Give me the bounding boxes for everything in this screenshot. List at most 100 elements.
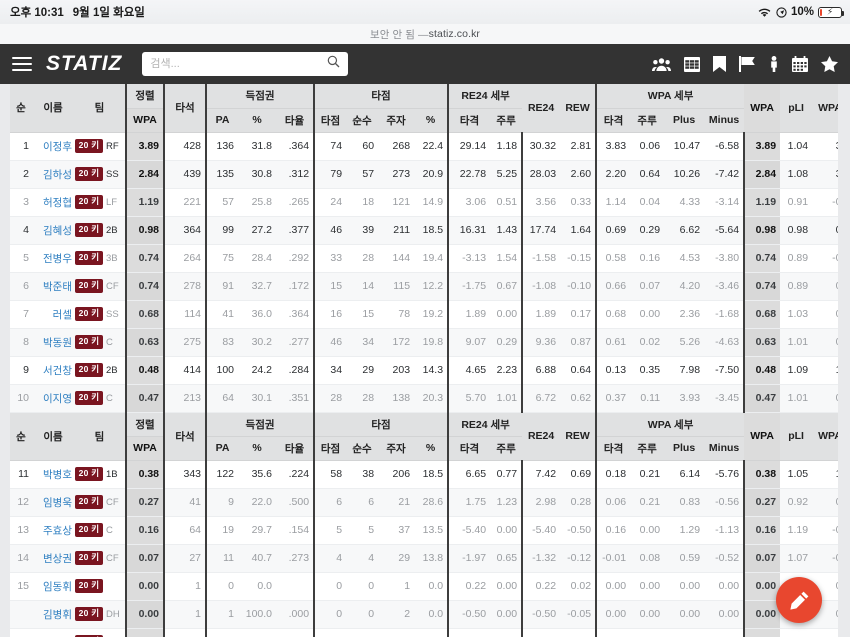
row-player-name[interactable]: 박병호 [32, 460, 74, 489]
col-sub-4[interactable]: 타점 [313, 436, 347, 461]
col-sub-2[interactable]: % [238, 436, 277, 461]
row-team[interactable]: 20 키 [74, 516, 104, 545]
col-group-1[interactable]: 이름 [32, 84, 74, 133]
table-icon[interactable] [684, 56, 700, 72]
col-sub-8[interactable]: 타격 [447, 436, 491, 461]
col-sub-0[interactable]: WPA [125, 108, 165, 133]
row-team[interactable]: 20 키 [74, 300, 104, 329]
col-sub-8[interactable]: 타격 [447, 108, 491, 133]
col-sub-5[interactable]: 순수 [346, 108, 379, 133]
col-sub-13[interactable]: Minus [704, 108, 745, 133]
player-link[interactable]: 김병휘 [43, 609, 72, 621]
col-sub-10[interactable]: 타격 [595, 436, 631, 461]
team-badge[interactable]: 20 키 [74, 223, 104, 237]
row-team[interactable]: 20 키 [74, 216, 104, 245]
table-row[interactable]: 2 김하성 20 키 SS 2.84 439 135 30.8.312 79 57 273 20.9 2… [10, 160, 838, 189]
row-team[interactable]: 20 키 [74, 628, 104, 637]
player-link[interactable]: 김하성 [43, 169, 72, 181]
col-group-9[interactable]: REW [560, 84, 597, 133]
flag-icon[interactable] [739, 56, 756, 72]
col-group-0[interactable]: 순 [10, 84, 32, 133]
row-player-name[interactable]: 허정협 [32, 188, 74, 217]
player-link[interactable]: 김혜성 [43, 225, 72, 237]
col-sub-4[interactable]: 타점 [313, 108, 347, 133]
col-group-5[interactable]: 득점권 [205, 84, 315, 109]
col-group-6[interactable]: 타점 [313, 84, 449, 109]
table-row[interactable]: 김병휘 20 키 DH 0.00 1 1 100.0.000 0 0 2 0.0 -0.50 0.00-… [10, 600, 838, 629]
table-row[interactable]: 13 주효상 20 키 C 0.16 64 19 29.7.154 5 5 37 13.5 -5.40 0… [10, 516, 838, 545]
row-team[interactable]: 20 키 [74, 244, 104, 273]
player-link[interactable]: 러셀 [53, 309, 72, 321]
table-row[interactable]: 4 김혜성 20 키 2B 0.98 364 99 27.2.377 46 39 211 18.5 16… [10, 216, 838, 245]
row-player-name[interactable]: 김혜성 [32, 216, 74, 245]
search-input[interactable] [150, 58, 328, 70]
col-group-10[interactable]: WPA 세부 [595, 84, 745, 109]
calendar-icon[interactable] [792, 56, 808, 72]
col-group-13[interactable]: WPA/LI [812, 84, 838, 133]
col-group-3[interactable]: 정렬 [125, 412, 165, 437]
row-team[interactable]: 20 키 [74, 272, 104, 301]
team-badge[interactable]: 20 키 [74, 495, 104, 509]
player-link[interactable]: 주효상 [43, 525, 72, 537]
table-row[interactable]: 11 박병호 20 키 1B 0.38 343 122 35.6.224 58 38 206 18.5… [10, 460, 838, 489]
col-sub-10[interactable]: 타격 [595, 108, 631, 133]
row-player-name[interactable]: 서건창 [32, 356, 74, 385]
col-sub-2[interactable]: % [238, 108, 277, 133]
col-sub-5[interactable]: 순수 [346, 436, 379, 461]
row-player-name[interactable]: 김온성 [32, 628, 74, 637]
edit-fab[interactable] [776, 577, 822, 623]
table-row[interactable]: 김온성20 키0.00000000.000.000.000.000.000.00… [10, 628, 838, 637]
player-link[interactable]: 이정후 [43, 141, 72, 153]
hamburger-menu-icon[interactable] [12, 56, 32, 72]
team-badge[interactable]: 20 키 [74, 139, 104, 153]
row-team[interactable]: 20 키 [74, 600, 104, 629]
table-row[interactable]: 9 서건창 20 키 2B 0.48 414 100 24.2.284 34 29 203 14.3 4… [10, 356, 838, 385]
team-badge[interactable]: 20 키 [74, 251, 104, 265]
col-group-11[interactable]: WPA [744, 84, 781, 133]
col-sub-6[interactable]: 주자 [378, 108, 415, 133]
row-player-name[interactable]: 박준태 [32, 272, 74, 301]
row-player-name[interactable]: 박동원 [32, 328, 74, 357]
person-icon[interactable] [769, 56, 779, 72]
team-badge[interactable]: 20 키 [74, 467, 104, 481]
row-team[interactable]: 20 키 [74, 544, 104, 573]
row-team[interactable]: 20 키 [74, 188, 104, 217]
col-group-8[interactable]: RE24 [522, 412, 561, 461]
users-icon[interactable] [652, 57, 671, 72]
team-badge[interactable]: 20 키 [74, 523, 104, 537]
table-row[interactable]: 1 이정후 20 키 RF 3.89 428 136 31.8.364 74 60 268 22.4 2… [10, 132, 838, 161]
row-player-name[interactable]: 전병우 [32, 244, 74, 273]
col-sub-3[interactable]: 타율 [276, 108, 315, 133]
team-badge[interactable]: 20 키 [74, 607, 104, 621]
team-badge[interactable]: 20 키 [74, 307, 104, 321]
search-icon[interactable] [327, 55, 340, 73]
player-link[interactable]: 서건창 [43, 365, 72, 377]
player-link[interactable]: 박병호 [43, 469, 72, 481]
col-sub-12[interactable]: Plus [664, 108, 705, 133]
table-row[interactable]: 12 임병욱 20 키 CF 0.27 41 9 22.0.500 6 6 21 28.6 1.75 1.… [10, 488, 838, 517]
search-box[interactable] [142, 52, 349, 76]
col-sub-12[interactable]: Plus [664, 436, 705, 461]
player-link[interactable]: 전병우 [43, 253, 72, 265]
team-badge[interactable]: 20 키 [74, 363, 104, 377]
table-row[interactable]: 6 박준태 20 키 CF 0.74 278 91 32.7.172 15 14 115 12.2 -1… [10, 272, 838, 301]
col-group-12[interactable]: pLI [780, 84, 813, 133]
col-sub-9[interactable]: 주루 [490, 436, 523, 461]
col-group-3[interactable]: 정렬 [125, 84, 165, 109]
row-player-name[interactable]: 변상권 [32, 544, 74, 573]
col-group-5[interactable]: 득점권 [205, 412, 315, 437]
col-group-6[interactable]: 타점 [313, 412, 449, 437]
col-group-9[interactable]: REW [560, 412, 597, 461]
team-badge[interactable]: 20 키 [74, 391, 104, 405]
col-sub-13[interactable]: Minus [704, 436, 745, 461]
table-row[interactable]: 7 러셀 20 키 SS 0.68 114 41 36.0.364 16 15 78 19.2 1.89… [10, 300, 838, 329]
row-team[interactable]: 20 키 [74, 488, 104, 517]
col-group-1[interactable]: 이름 [32, 412, 74, 461]
row-player-name[interactable]: 주효상 [32, 516, 74, 545]
row-player-name[interactable]: 이정후 [32, 132, 74, 161]
col-group-13[interactable]: WPA/LI [812, 412, 838, 461]
col-group-4[interactable]: 타석 [163, 84, 207, 133]
col-sub-1[interactable]: PA [205, 436, 239, 461]
team-badge[interactable]: 20 키 [74, 195, 104, 209]
row-team[interactable]: 20 키 [74, 572, 104, 601]
